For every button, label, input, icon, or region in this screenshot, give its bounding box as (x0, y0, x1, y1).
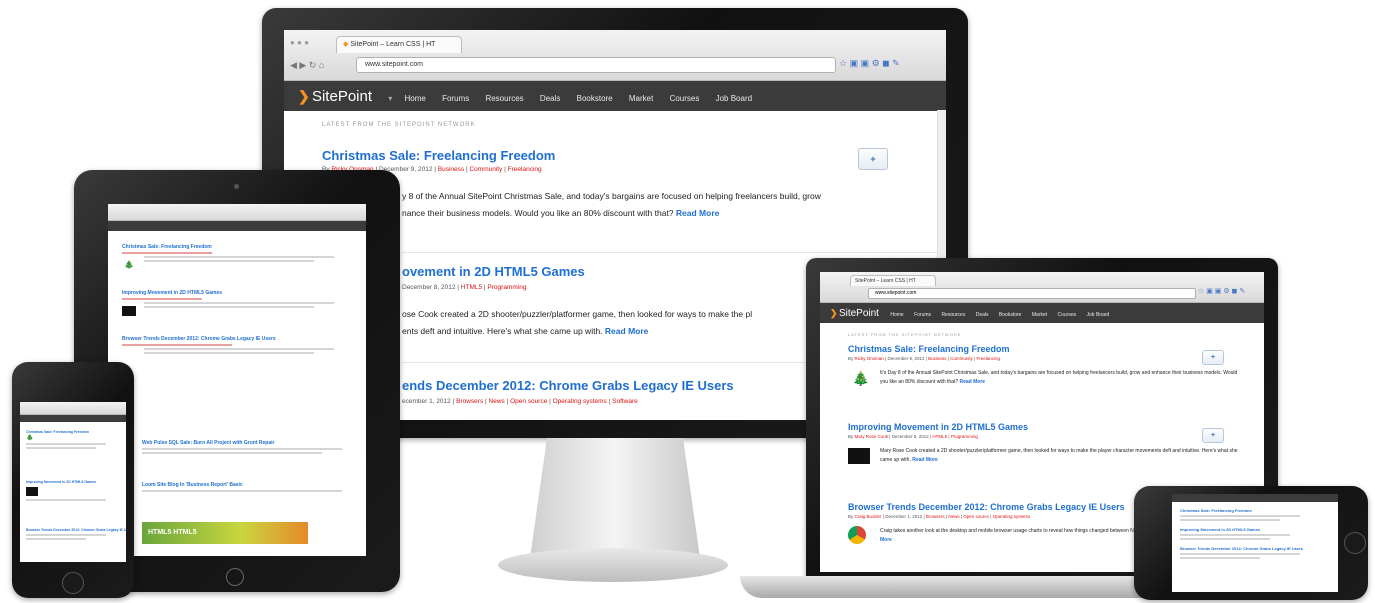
article-title[interactable]: Improving Movement in 2D HTML5 Games (26, 480, 122, 484)
share-button[interactable]: + (858, 148, 888, 170)
phone-portrait-screen: Christmas Sale: Freelancing Freedom 🎄 Im… (20, 402, 126, 562)
nav-item[interactable]: Resources (485, 84, 523, 111)
nav-item[interactable]: Home (405, 84, 426, 111)
sitepoint-logo-icon: ❯ (830, 308, 838, 318)
article-title[interactable]: ovement in 2D HTML5 Games (402, 264, 585, 279)
article-title[interactable]: Browser Trends December 2012: Chrome Gra… (122, 336, 352, 342)
site-navbar (108, 221, 366, 231)
phone-portrait: Christmas Sale: Freelancing Freedom 🎄 Im… (12, 362, 134, 598)
article-title[interactable]: Browser Trends December 2012: Chrome Gra… (26, 528, 126, 532)
section-heading: LATEST FROM THE SITEPOINT NETWORK (848, 332, 962, 337)
browser-chrome (20, 402, 126, 415)
article-thumbnail-icon: 🎄 (26, 435, 34, 441)
browser-chrome: ● ● ● ◆ SitePoint – Learn CSS | HT ◀ ▶ ↻… (284, 30, 946, 81)
article-title[interactable]: Christmas Sale: Freelancing Freedom (322, 148, 842, 163)
nav-item[interactable]: Home (890, 305, 903, 323)
home-button[interactable] (1344, 532, 1366, 554)
site-navbar: ❯ SitePoint Home Forums Resources Deals … (820, 303, 1264, 323)
sitepoint-logo-icon: ❯ (298, 88, 310, 104)
favicon-icon: ◆ (343, 41, 349, 48)
article-title[interactable]: Browser Trends December 2012: Chrome Gra… (1180, 546, 1338, 551)
share-button[interactable]: + (1202, 428, 1224, 443)
section-heading: LATEST FROM THE SITEPOINT NETWORK (322, 122, 476, 128)
article-title[interactable]: Christmas Sale: Freelancing Freedom (848, 344, 1248, 354)
read-more-link[interactable]: Read More (605, 326, 648, 336)
nav-item[interactable]: Deals (540, 84, 560, 111)
article-meta: By Mary Rose Cook | December 8, 2012 | H… (848, 434, 978, 439)
article-1: Christmas Sale: Freelancing Freedom By R… (848, 344, 1248, 387)
article-title[interactable]: Improving Movement in 2D HTML5 Games (122, 290, 352, 296)
article-thumbnail (26, 487, 38, 496)
share-button[interactable]: + (1202, 350, 1224, 365)
tablet-item[interactable]: Loom Site Blog In 'Business Report' Basi… (142, 482, 362, 494)
article-meta: December 8, 2012 | HTML5 | Programming (402, 284, 527, 291)
phone-landscape: Christmas Sale: Freelancing Freedom Impr… (1134, 486, 1368, 600)
read-more-link[interactable]: Read More (960, 379, 986, 385)
article-3: Browser Trends December 2012: Chrome Gra… (122, 336, 352, 356)
site-logo[interactable]: SitePoint (839, 308, 879, 319)
article-2: Improving Movement in 2D HTML5 Games (26, 480, 122, 503)
read-more-link[interactable]: Read More (676, 208, 719, 218)
tablet-item[interactable]: Web Pulse SQL Sale: Burn All Project wit… (142, 440, 362, 456)
site-navbar (1172, 494, 1338, 502)
article-excerpt: Mary Rose Cook created a 2D shooter/puzz… (880, 448, 1238, 463)
nav-item[interactable]: Bookstore (999, 305, 1022, 323)
home-button[interactable] (62, 572, 84, 594)
article-3: Browser Trends December 2012: Chrome Gra… (26, 528, 126, 542)
article-meta: ecember 1, 2012 | Browsers | News | Open… (402, 398, 638, 405)
nav-item[interactable]: Forums (914, 305, 931, 323)
address-bar[interactable]: www.sitepoint.com (868, 288, 1196, 299)
browser-chrome: SitePoint – Learn CSS | HT www.sitepoint… (820, 272, 1264, 303)
site-navbar: ❯ SitePoint ▾ Home Forums Resources Deal… (284, 81, 946, 111)
article-title[interactable]: Christmas Sale: Freelancing Freedom (1180, 508, 1338, 513)
browser-chrome (108, 204, 366, 221)
nav-item[interactable]: Market (1032, 305, 1047, 323)
article-thumbnail-icon: 🎄 (124, 260, 134, 269)
tablet-screen: Christmas Sale: Freelancing Freedom 🎄 Im… (108, 204, 366, 556)
article-thumbnail-icon: 🎄 (852, 370, 870, 386)
article-1: Christmas Sale: Freelancing Freedom 🎄 (26, 430, 122, 451)
article-1: Christmas Sale: Freelancing Freedom 🎄 (122, 244, 352, 269)
address-bar[interactable]: www.sitepoint.com (356, 57, 836, 73)
home-button[interactable] (226, 568, 244, 586)
article-title[interactable]: Christmas Sale: Freelancing Freedom (122, 244, 352, 250)
article-title[interactable]: Improving Movement in 2D HTML5 Games (1180, 527, 1338, 532)
window-controls[interactable]: ● ● ● (290, 38, 309, 47)
browser-tab[interactable]: SitePoint – Learn CSS | HT (850, 275, 936, 286)
article-thumbnail (848, 448, 870, 464)
site-navbar (20, 415, 126, 422)
article-thumbnail (122, 306, 136, 316)
nav-item[interactable]: Courses (670, 84, 700, 111)
phone-landscape-screen: Christmas Sale: Freelancing Freedom Impr… (1172, 494, 1338, 592)
nav-item[interactable]: Job Board (1087, 305, 1110, 323)
article-excerpt: y 8 of the Annual SitePoint Christmas Sa… (402, 191, 821, 218)
article-meta: By Ricky Onsman | December 9, 2012 | Bus… (848, 356, 1001, 361)
nav-item[interactable]: Job Board (716, 84, 752, 111)
monitor-stand (530, 438, 700, 558)
nav-item[interactable]: Deals (976, 305, 989, 323)
html5-banner[interactable]: HTML5 HTML5 (142, 522, 308, 544)
browser-tab[interactable]: ◆ SitePoint – Learn CSS | HT (336, 36, 462, 53)
nav-item[interactable]: Forums (442, 84, 469, 111)
site-logo[interactable]: SitePoint (312, 88, 372, 105)
camera-icon (234, 184, 239, 189)
article-2: Improving Movement in 2D HTML5 Games (122, 290, 352, 316)
article-1: Christmas Sale: Freelancing Freedom By R… (322, 148, 842, 173)
article-title[interactable]: ends December 2012: Chrome Grabs Legacy … (402, 378, 734, 393)
article-excerpt: It's Day 8 of the Annual SitePoint Chris… (880, 370, 1238, 385)
nav-item[interactable]: Market (629, 84, 653, 111)
nav-item[interactable]: Bookstore (577, 84, 613, 111)
extension-icons[interactable]: ☆ ▣ ▣ ⚙ ◼ ✎ (1198, 287, 1245, 295)
article-title[interactable]: Improving Movement in 2D HTML5 Games (848, 422, 1248, 432)
back-forward-icons[interactable]: ◀ ▶ ↻ ⌂ (290, 60, 324, 71)
extension-icons[interactable]: ☆ ▣ ▣ ⚙ ◼ ✎ (839, 58, 900, 69)
nav-item[interactable]: Courses (1058, 305, 1077, 323)
nav-item[interactable]: Resources (941, 305, 965, 323)
article-2: Improving Movement in 2D HTML5 Games By … (848, 422, 1248, 465)
article-meta: By Ricky Onsman | December 9, 2012 | Bus… (322, 166, 542, 173)
read-more-link[interactable]: Read More (912, 457, 938, 463)
chrome-logo-icon (848, 526, 866, 544)
